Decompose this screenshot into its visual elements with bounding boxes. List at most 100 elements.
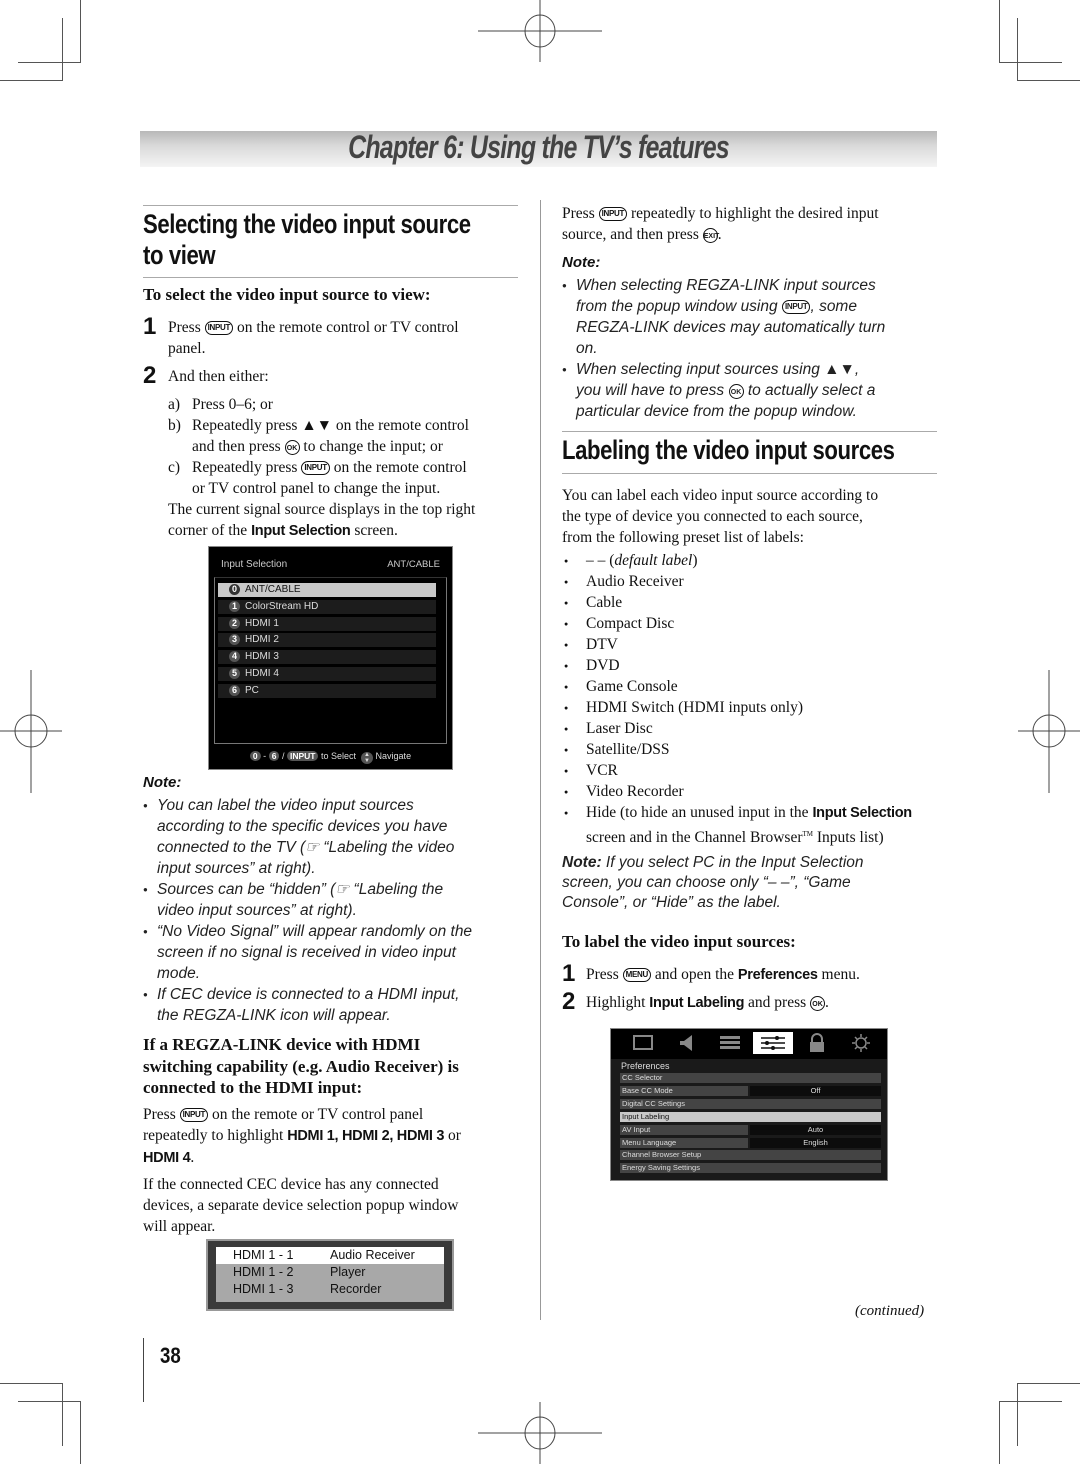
input-source-row[interactable]: 4 HDMI 3	[218, 650, 436, 665]
text: “No Video Signal” will appear randomly o…	[157, 923, 473, 940]
press-input-paragraph: Press INPUT repeatedly to highlight the …	[562, 203, 937, 245]
option-b: b) Repeatedly press ▲▼ on the remote con…	[168, 415, 518, 457]
menu-item[interactable]: Digital CC Settings	[620, 1098, 881, 1109]
preferences-menu-screen: Preferences CC Selector Base CC Mode Off Di…	[610, 1028, 888, 1181]
text: Press	[562, 205, 595, 222]
input-key-icon: INPUT	[598, 207, 628, 221]
input-source-row[interactable]: 0 ANT/CABLE	[218, 583, 436, 597]
text: The current signal source displays in th…	[168, 501, 476, 518]
option-text: or TV control panel to change the input.	[192, 480, 441, 497]
input-key-icon: INPUT	[301, 461, 330, 475]
step-1-text: Press INPUT on the remote control or TV …	[168, 317, 513, 359]
pc-note: Note: If you select PC in the Input Sele…	[562, 853, 942, 913]
text: Press	[168, 319, 201, 336]
label-item: DTV	[562, 634, 942, 656]
device-name: Audio Receiver	[330, 1248, 415, 1262]
label-item: Audio Receiver	[562, 571, 942, 593]
bold-term: HDMI 4	[143, 1150, 191, 1166]
menu-item[interactable]: Input Labeling	[620, 1111, 881, 1122]
preferences-sliders-icon	[753, 1032, 793, 1054]
input-number-badge: 6	[229, 684, 240, 696]
device-selection-popup: HDMI 1 - 1 Audio Receiver HDMI 1 - 2 Player…	[206, 1239, 454, 1311]
menu-item-label: Energy Saving Settings	[620, 1163, 881, 1174]
text: If you select PC in the Input Selection	[601, 854, 864, 871]
text: will appear.	[143, 1218, 216, 1235]
step-2-text: And then either:	[168, 368, 269, 385]
note-list: When selecting REGZA-LINK input sources …	[562, 275, 942, 422]
text: Inputs list)	[813, 829, 884, 847]
menu-item[interactable]: Channel Browser Setup	[620, 1150, 881, 1161]
text: the REGZA-LINK icon will appear.	[157, 1007, 391, 1024]
step-number: 2	[562, 988, 576, 1015]
input-source-row[interactable]: 2 HDMI 1	[218, 616, 436, 631]
text: to Select	[320, 751, 357, 761]
menu-item-label: Channel Browser Setup	[620, 1150, 881, 1161]
note-item: When selecting REGZA-LINK input sources …	[562, 275, 942, 359]
labeling-intro: You can label each video input source ac…	[562, 485, 937, 548]
text: screen, you can choose only “– –”, “Game	[562, 874, 851, 891]
text: REGZA-LINK devices may automatically tur…	[576, 319, 886, 336]
text: to actually select a	[747, 382, 876, 399]
input-source-row[interactable]: 1 ColorStream HD	[218, 599, 436, 614]
text: according to the specific devices you ha…	[157, 818, 448, 835]
label-item: VCR	[562, 760, 942, 782]
text: connected to the TV (☞ “Labeling the vid…	[157, 839, 455, 856]
option-list: a) Press 0–6; or b) Repeatedly press ▲▼ …	[168, 394, 518, 542]
ok-key-icon: OK	[728, 384, 744, 399]
note-title: Note:	[143, 774, 182, 791]
text: screen and in the Channel Browser	[586, 829, 803, 847]
page-number: 38	[160, 1343, 184, 1369]
note-title: Note:	[562, 854, 602, 871]
bold-term: Input Selection	[812, 805, 912, 821]
picture-icon	[623, 1032, 663, 1054]
note-list: You can label the video input sources acc…	[143, 795, 523, 1026]
menu-item[interactable]: AV Input Auto	[620, 1124, 881, 1135]
input-number-badge: 2	[229, 617, 240, 629]
text: from the following preset list of labels…	[562, 529, 804, 546]
input-source-label: HDMI 3	[245, 651, 279, 663]
text: .	[825, 994, 829, 1011]
bold-term: Input Selection	[251, 523, 351, 539]
hdmi-port: HDMI 1 - 1	[233, 1248, 294, 1262]
menu-item[interactable]: Energy Saving Settings	[620, 1163, 881, 1174]
option-text: Repeatedly press	[192, 459, 298, 476]
text: When selecting input sources using ▲▼,	[576, 361, 860, 378]
text: video input sources” at right).	[157, 902, 357, 919]
input-source-label: HDMI 4	[245, 668, 279, 679]
menu-title: Preferences	[621, 1061, 670, 1071]
menu-item[interactable]: Menu Language English	[620, 1137, 881, 1148]
ok-key-icon: OK	[284, 440, 300, 455]
input-key-icon: INPUT	[286, 751, 319, 761]
input-number-badge: 1	[229, 600, 240, 612]
label-list: – – (default label) Audio ReceiverCableC…	[562, 550, 942, 848]
option-text: and then press	[192, 438, 281, 455]
input-source-row[interactable]: 3 HDMI 2	[218, 633, 436, 648]
key-6: 6	[268, 751, 280, 761]
menu-item-value: Off	[750, 1085, 881, 1096]
label-item: Game Console	[562, 676, 942, 698]
device-row[interactable]: HDMI 1 - 3 Recorder	[216, 1281, 444, 1302]
menu-item[interactable]: CC Selector	[620, 1073, 881, 1083]
input-number-badge: 5	[229, 668, 240, 679]
section-title-select-input: Selecting the video input source to view	[143, 209, 543, 271]
input-source-row[interactable]: 5 HDMI 4	[218, 667, 436, 681]
input-source-row[interactable]: 6 PC	[218, 683, 436, 698]
chapter-title: Chapter 6: Using the TV’s features	[348, 129, 730, 165]
step-1-text: Press MENU and open the Preferences menu…	[586, 964, 860, 986]
label-item-default: – – (default label)	[562, 550, 942, 572]
device-row[interactable]: HDMI 1 - 2 Player	[216, 1264, 444, 1281]
chapter-banner: Chapter 6: Using the TV’s features	[140, 129, 937, 167]
subheading-label-input: To label the video input sources:	[562, 932, 796, 951]
text: Press	[143, 1106, 176, 1123]
input-selection-screen: Input Selection ANT/CABLE 0 ANT/CABLE 1 Col…	[208, 546, 453, 770]
ok-key-icon: OK	[810, 996, 826, 1011]
device-row[interactable]: HDMI 1 - 1 Audio Receiver	[216, 1247, 444, 1264]
option-text: on the remote control	[333, 459, 467, 476]
input-source-label: HDMI 2	[245, 634, 279, 646]
section-rule-bottom	[143, 277, 518, 278]
screen-footer: 0 - 6 / INPUT to Select ▲ ▼ Navigate	[209, 751, 452, 764]
text: screen.	[354, 522, 398, 539]
menu-item[interactable]: Base CC Mode Off	[620, 1085, 881, 1096]
label-item: HDMI Switch (HDMI inputs only)	[562, 697, 942, 719]
regza-paragraph-1: Press INPUT on the remote or TV control …	[143, 1104, 523, 1169]
